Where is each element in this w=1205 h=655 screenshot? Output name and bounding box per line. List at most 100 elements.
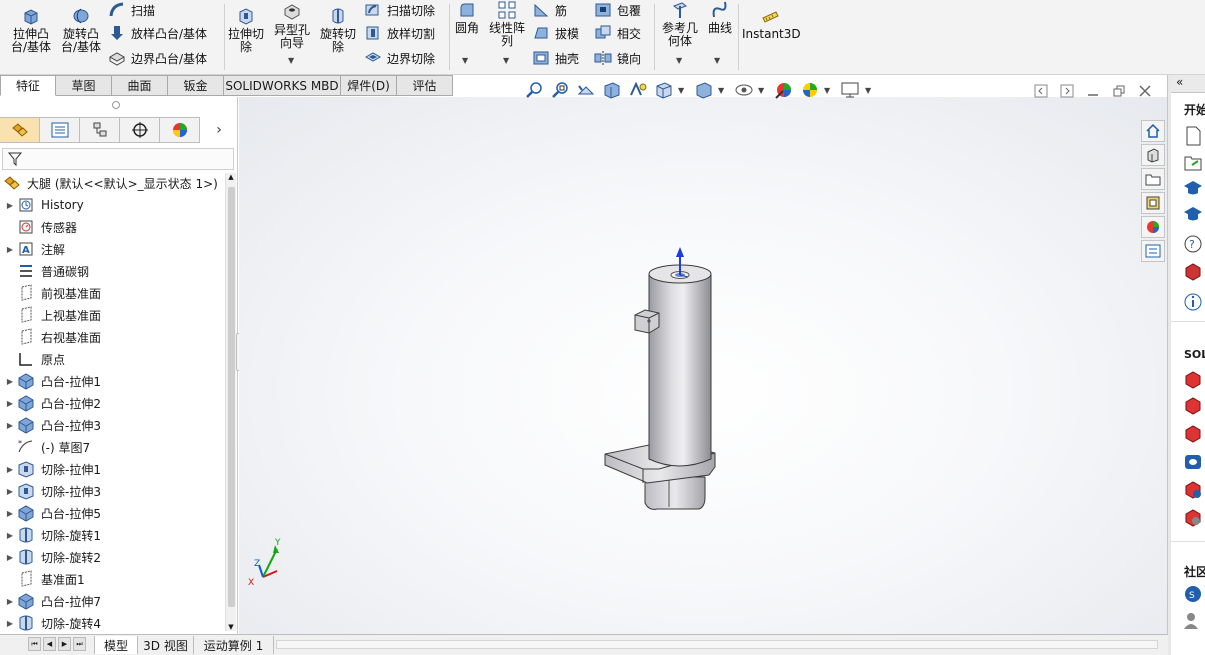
linear-pattern-dropdown-icon[interactable]: ▼: [503, 56, 509, 65]
tree-item[interactable]: ▶ 切除-拉伸1: [0, 458, 226, 480]
expand-arrow-icon[interactable]: ▶: [3, 245, 17, 254]
tab-surfaces[interactable]: 曲面: [112, 75, 168, 96]
customer-portal-icon[interactable]: [1182, 261, 1204, 283]
zoom-to-area-icon[interactable]: [550, 80, 570, 100]
tree-item[interactable]: 前视基准面: [0, 282, 226, 304]
tree-item[interactable]: 右视基准面: [0, 326, 226, 348]
sw-resource-4-icon[interactable]: [1182, 451, 1204, 473]
loft-cut-button[interactable]: 放样切割: [364, 23, 435, 43]
edit-appearance-icon[interactable]: [774, 80, 794, 100]
sw-resource-3-icon[interactable]: [1182, 423, 1204, 445]
sw-resource-6-icon[interactable]: [1182, 507, 1204, 529]
info-icon[interactable]: [1182, 291, 1204, 313]
intersect-button[interactable]: 相交: [594, 23, 641, 43]
tree-item[interactable]: * (-) 草图7: [0, 436, 226, 458]
horizontal-scrollbar[interactable]: [276, 640, 1158, 649]
draft-button[interactable]: 拔模: [532, 23, 579, 43]
tree-item[interactable]: ▶ 切除-旋转4: [0, 612, 226, 634]
view-settings-monitor-icon[interactable]: [840, 80, 860, 100]
user-group-icon[interactable]: [1182, 609, 1204, 631]
tutorial-icon[interactable]: [1182, 177, 1204, 199]
hole-wizard-button[interactable]: 异型孔 向导: [270, 2, 314, 50]
expand-arrow-icon[interactable]: ▶: [3, 619, 17, 628]
loft-boss-button[interactable]: 放样凸台/基体: [108, 23, 207, 43]
minimize-icon[interactable]: [1086, 84, 1100, 98]
rib-button[interactable]: 筋: [532, 0, 567, 20]
tab-evaluate[interactable]: 评估: [397, 75, 453, 96]
thigh-part-model[interactable]: [604, 247, 716, 510]
expand-arrow-icon[interactable]: ▶: [3, 201, 17, 210]
expand-arrow-icon[interactable]: ▶: [3, 509, 17, 518]
curves-dropdown-icon[interactable]: ▼: [714, 56, 720, 65]
expand-arrow-icon[interactable]: ▶: [3, 377, 17, 386]
tab-view-palette[interactable]: [1141, 192, 1165, 214]
view-orientation-dropdown-icon[interactable]: ▼: [678, 86, 684, 95]
tree-item[interactable]: ▶ 凸台-拉伸1: [0, 370, 226, 392]
tree-item[interactable]: 基准面1: [0, 568, 226, 590]
previous-view-icon[interactable]: [576, 80, 596, 100]
task-pane-splitter[interactable]: [1168, 75, 1171, 655]
panel-tabs-more-icon[interactable]: ›: [200, 117, 238, 143]
fillet-button[interactable]: 圆角: [452, 0, 482, 35]
fillet-dropdown-icon[interactable]: ▼: [462, 56, 468, 65]
tree-item[interactable]: 普通碳钢: [0, 260, 226, 282]
extrude-boss-button[interactable]: 拉伸凸 台/基体: [8, 6, 54, 54]
zoom-to-fit-icon[interactable]: [524, 80, 544, 100]
graphics-area[interactable]: Y Z X: [239, 97, 1167, 634]
tree-item[interactable]: ▶ 凸台-拉伸2: [0, 392, 226, 414]
mirror-button[interactable]: 镜向: [594, 48, 641, 68]
view-settings-dropdown-icon[interactable]: ▼: [865, 86, 871, 95]
tree-item[interactable]: ▶ A 注解: [0, 238, 226, 260]
tree-item[interactable]: ▶ History: [0, 194, 226, 216]
instant3d-button[interactable]: Instant3D: [742, 6, 801, 41]
sweep-cut-button[interactable]: 扫描切除: [364, 0, 435, 20]
revolve-boss-button[interactable]: 旋转凸 台/基体: [58, 6, 104, 54]
tab-mbd[interactable]: SOLIDWORKS MBD: [224, 75, 341, 96]
tab-design-library[interactable]: [1141, 144, 1165, 166]
expand-arrow-icon[interactable]: ▶: [3, 421, 17, 430]
training-icon[interactable]: [1182, 203, 1204, 225]
tree-item[interactable]: 原点: [0, 348, 226, 370]
tab-configuration-manager[interactable]: [80, 117, 120, 143]
open-document-icon[interactable]: [1182, 151, 1204, 173]
scrollbar-thumb[interactable]: [228, 187, 235, 607]
tab-property-manager[interactable]: [40, 117, 80, 143]
previous-viewport-icon[interactable]: [1034, 84, 1048, 98]
dynamic-annotation-icon[interactable]: [628, 80, 648, 100]
sw-resource-1-icon[interactable]: [1182, 369, 1204, 391]
hide-show-dropdown-icon[interactable]: ▼: [758, 86, 764, 95]
reference-geometry-button[interactable]: 参考几 何体: [658, 0, 702, 48]
shell-button[interactable]: 抽壳: [532, 48, 579, 68]
close-icon[interactable]: [1138, 84, 1152, 98]
extrude-cut-button[interactable]: 拉伸切 除: [226, 6, 266, 54]
display-style-dropdown-icon[interactable]: ▼: [718, 86, 724, 95]
curves-button[interactable]: 曲线: [704, 0, 736, 35]
tab-3d-views[interactable]: 3D 视图: [138, 636, 194, 654]
tab-home[interactable]: [1141, 120, 1165, 142]
tab-feature-manager[interactable]: [0, 117, 40, 143]
revolve-cut-button[interactable]: 旋转切 除: [318, 6, 358, 54]
sweep-button[interactable]: 扫描: [108, 0, 155, 20]
tab-custom-properties[interactable]: [1141, 240, 1165, 262]
tab-sheet-metal[interactable]: 钣金: [168, 75, 224, 96]
new-document-icon[interactable]: [1182, 125, 1204, 147]
next-viewport-icon[interactable]: [1060, 84, 1074, 98]
hole-wizard-dropdown-icon[interactable]: ▼: [288, 56, 294, 65]
first-tab-icon[interactable]: ⏮: [28, 637, 41, 651]
community-forum-icon[interactable]: S: [1182, 583, 1204, 605]
next-tab-icon[interactable]: ▶: [58, 637, 71, 651]
tree-root-part[interactable]: 大腿 (默认<<默认>_显示状态 1>): [0, 172, 226, 194]
tab-display-manager[interactable]: [160, 117, 200, 143]
boundary-cut-button[interactable]: 边界切除: [364, 48, 435, 68]
apply-scene-icon[interactable]: [800, 80, 820, 100]
display-style-icon[interactable]: [694, 80, 714, 100]
last-tab-icon[interactable]: ⏭: [73, 637, 86, 651]
linear-pattern-button[interactable]: 线性阵 列: [486, 0, 528, 48]
expand-arrow-icon[interactable]: ▶: [3, 399, 17, 408]
expand-arrow-icon[interactable]: ▶: [3, 553, 17, 562]
wrap-button[interactable]: 包覆: [594, 0, 641, 20]
scroll-down-icon[interactable]: ▼: [226, 623, 236, 631]
expand-arrow-icon[interactable]: ▶: [3, 531, 17, 540]
tree-item[interactable]: ▶ 切除-拉伸3: [0, 480, 226, 502]
tab-model[interactable]: 模型: [94, 636, 138, 654]
